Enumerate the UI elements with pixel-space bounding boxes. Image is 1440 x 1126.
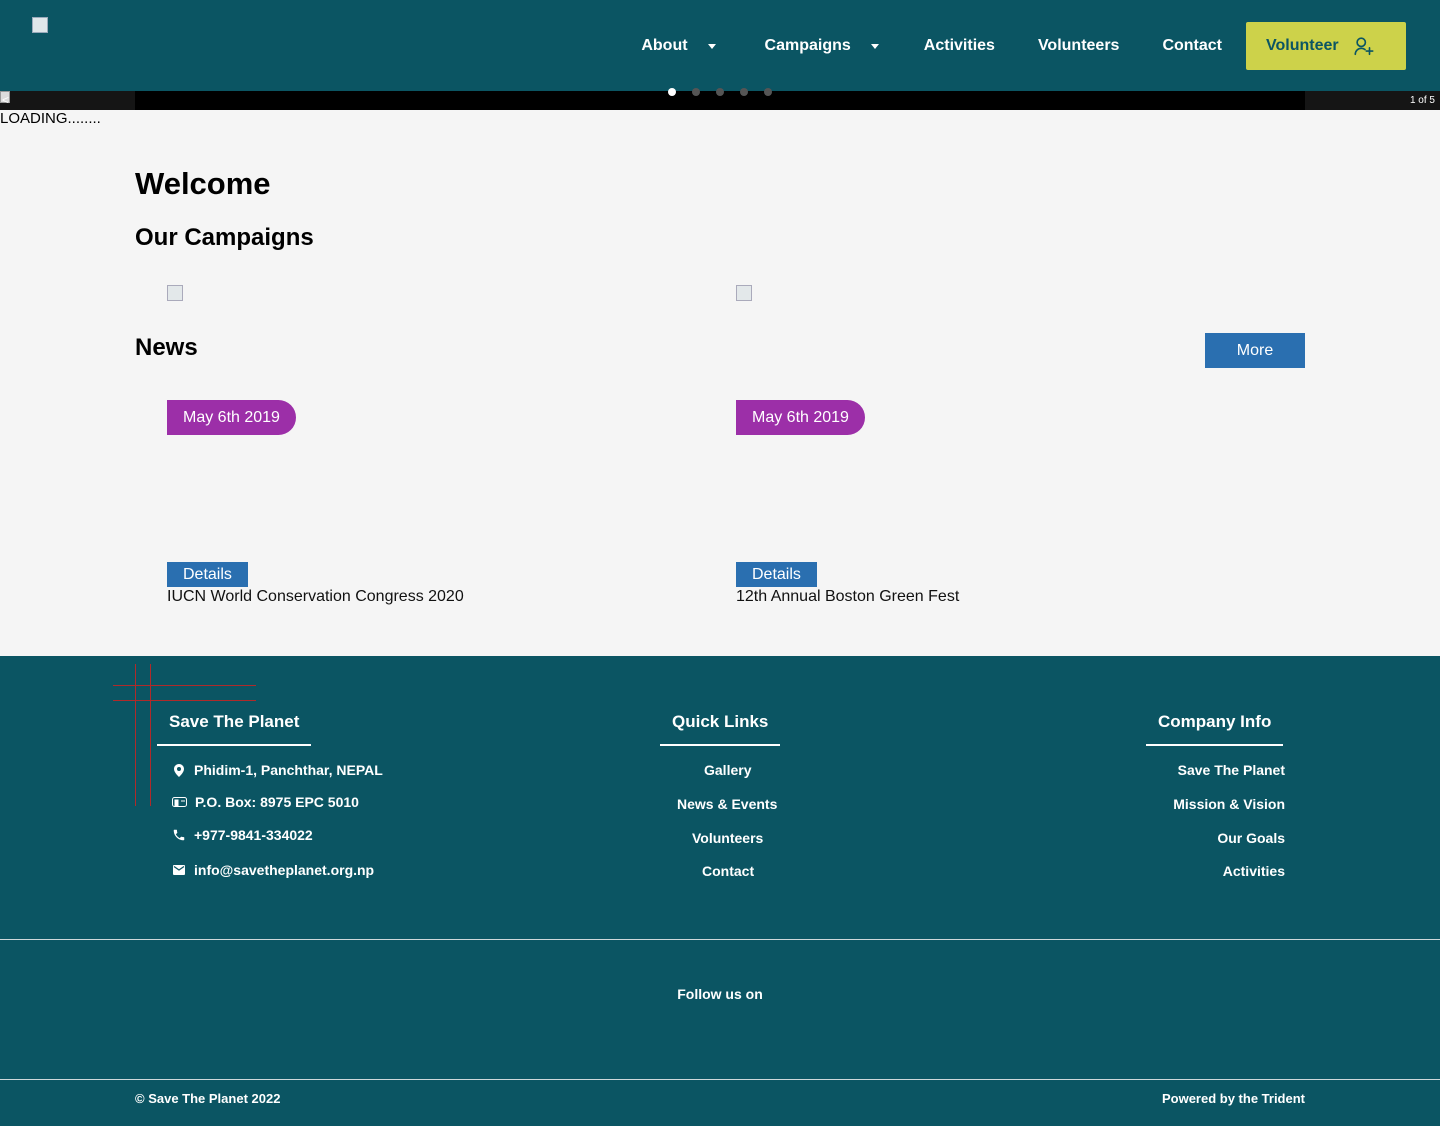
news-card: May 6th 2019 Details 12th Annual Boston … xyxy=(736,400,1276,615)
follow-us-text: Follow us on xyxy=(677,986,763,1002)
title-underline xyxy=(157,744,311,746)
nav-campaigns[interactable]: Campaigns xyxy=(765,37,879,55)
footer-link-volunteers[interactable]: Volunteers xyxy=(692,830,763,846)
footer-link-our-goals[interactable]: Our Goals xyxy=(1217,830,1285,846)
details-button[interactable]: Details xyxy=(167,562,248,587)
footer-link-save-the-planet[interactable]: Save The Planet xyxy=(1178,762,1285,778)
volunteer-button[interactable]: Volunteer xyxy=(1246,22,1406,70)
slider-counter: 1 of 5 xyxy=(1409,95,1435,106)
news-heading: News xyxy=(135,334,198,361)
details-button[interactable]: Details xyxy=(736,562,817,587)
decorative-line xyxy=(150,664,151,806)
copyright-text: © Save The Planet 2022 xyxy=(135,1091,281,1106)
date-badge: May 6th 2019 xyxy=(736,400,865,435)
po-box-text: P.O. Box: 8975 EPC 5010 xyxy=(195,794,359,810)
quick-links-title: Quick Links xyxy=(672,712,769,731)
powered-by-text[interactable]: Powered by the Trident xyxy=(1162,1091,1305,1106)
footer-divider xyxy=(0,939,1440,940)
email-icon xyxy=(171,865,187,875)
caret-down-icon xyxy=(707,43,716,49)
more-news-button[interactable]: More xyxy=(1205,333,1305,368)
location-pin-icon xyxy=(171,763,187,777)
footer-link-gallery[interactable]: Gallery xyxy=(704,762,751,778)
nav-activities[interactable]: Activities xyxy=(924,37,995,55)
nav-about[interactable]: About xyxy=(641,37,716,55)
campaign-image-2[interactable] xyxy=(736,285,752,301)
mailbox-icon xyxy=(171,796,187,808)
hero-slider: < 1 of 5 xyxy=(0,88,1440,110)
news-card: May 6th 2019 Details IUCN World Conserva… xyxy=(167,400,707,615)
volunteer-button-label: Volunteer xyxy=(1266,37,1339,54)
footer-link-news-events[interactable]: News & Events xyxy=(677,796,777,812)
nav-about-label: About xyxy=(641,37,688,54)
email-text[interactable]: info@savetheplanet.org.np xyxy=(194,862,374,878)
news-title[interactable]: IUCN World Conservation Congress 2020 xyxy=(167,588,464,606)
footer-link-activities[interactable]: Activities xyxy=(1223,863,1285,879)
add-user-icon xyxy=(1354,37,1374,56)
main-nav: About Campaigns Activities Volunteers Co… xyxy=(641,22,1406,70)
campaign-image-1[interactable] xyxy=(167,285,183,301)
phone-row: +977-9841-334022 xyxy=(171,827,313,843)
address-row: Phidim-1, Panchthar, NEPAL xyxy=(171,762,383,778)
title-underline xyxy=(1146,744,1283,746)
footer-link-contact[interactable]: Contact xyxy=(702,863,754,879)
nav-volunteers[interactable]: Volunteers xyxy=(1038,37,1120,55)
title-underline xyxy=(660,744,780,746)
loading-text: LOADING........ xyxy=(0,110,101,127)
news-title[interactable]: 12th Annual Boston Green Fest xyxy=(736,588,959,606)
po-box-row: P.O. Box: 8975 EPC 5010 xyxy=(171,794,359,810)
footer-link-mission-vision[interactable]: Mission & Vision xyxy=(1173,796,1285,812)
site-footer: Save The Planet Phidim-1, Panchthar, NEP… xyxy=(0,656,1440,1126)
caret-down-icon xyxy=(870,43,879,49)
phone-text[interactable]: +977-9841-334022 xyxy=(194,827,313,843)
org-title: Save The Planet xyxy=(169,712,300,731)
slider-dots xyxy=(668,88,772,96)
slider-dot-2[interactable] xyxy=(692,88,700,96)
site-header: About Campaigns Activities Volunteers Co… xyxy=(0,0,1440,91)
slider-dot-5[interactable] xyxy=(764,88,772,96)
company-info-title: Company Info xyxy=(1158,712,1272,731)
phone-icon xyxy=(171,828,187,842)
slider-dot-1[interactable] xyxy=(668,88,676,96)
welcome-heading: Welcome xyxy=(135,166,271,201)
footer-divider xyxy=(0,1079,1440,1080)
nav-contact[interactable]: Contact xyxy=(1162,37,1222,55)
slider-dot-3[interactable] xyxy=(716,88,724,96)
date-badge: May 6th 2019 xyxy=(167,400,296,435)
decorative-line xyxy=(135,664,136,806)
address-text: Phidim-1, Panchthar, NEPAL xyxy=(194,762,383,778)
email-row: info@savetheplanet.org.np xyxy=(171,862,374,878)
campaigns-heading: Our Campaigns xyxy=(135,224,314,251)
slider-prev-button[interactable]: < xyxy=(2,93,9,107)
slider-dot-4[interactable] xyxy=(740,88,748,96)
site-logo[interactable] xyxy=(32,17,48,33)
nav-campaigns-label: Campaigns xyxy=(764,37,851,54)
